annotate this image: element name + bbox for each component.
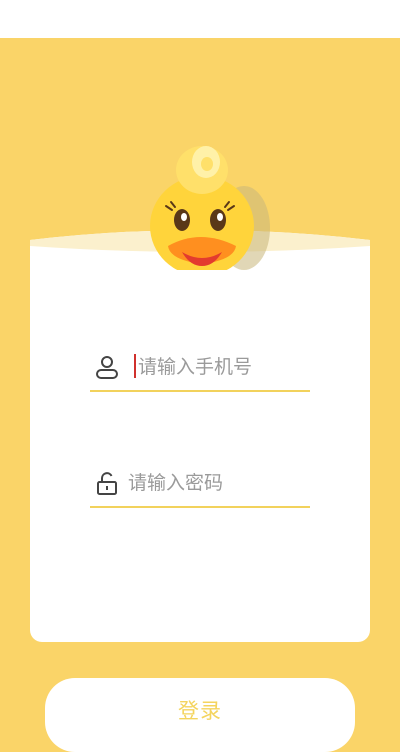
user-icon xyxy=(96,356,118,379)
phone-input[interactable] xyxy=(138,350,316,384)
status-bar xyxy=(0,0,400,38)
login-button[interactable]: 登录 xyxy=(45,678,355,752)
phone-field xyxy=(90,348,316,392)
text-cursor xyxy=(134,354,136,378)
lock-icon xyxy=(97,472,117,495)
login-card xyxy=(30,240,370,642)
password-input[interactable] xyxy=(128,466,306,500)
password-field xyxy=(90,464,310,508)
duck-mascot xyxy=(150,146,270,270)
